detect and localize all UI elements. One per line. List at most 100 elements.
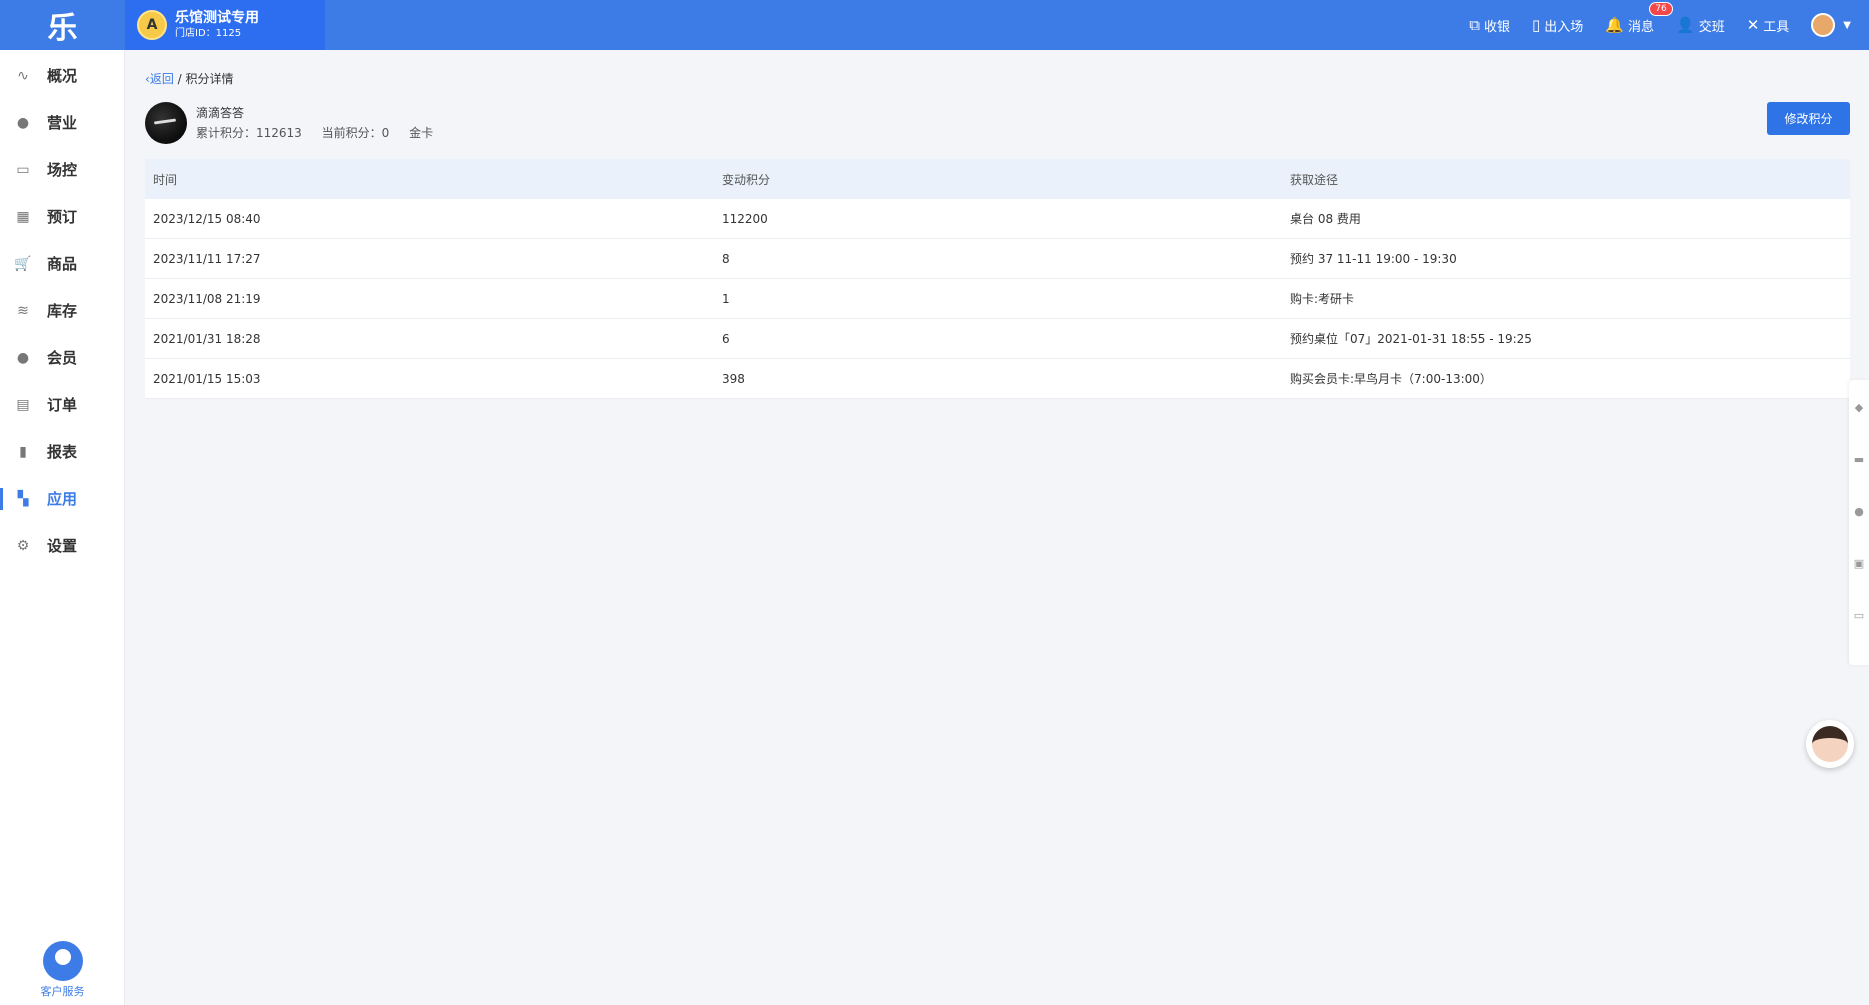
store-name: 乐馆测试专用 [175, 10, 259, 26]
sidebar-item-label: 订单 [47, 396, 78, 414]
top-actions: ⧉ 收银 ▯ 出入场 🔔 消息 76 👤 交班 ✕ 工具 ▼ [1447, 0, 1869, 50]
header-time: 时间 [153, 172, 178, 187]
current-points: 当前积分：0 [321, 126, 390, 140]
top-action-1[interactable]: ▯ 出入场 [1532, 16, 1583, 35]
assistant-avatar-button[interactable] [1806, 720, 1854, 768]
table-row: 2021/01/31 18:28 6 预约桌位「07」2021-01-31 18:5… [145, 319, 1850, 359]
sidebar: ∿ 概况 ● 营业 ▭ 场控 ▦ 预订 🛒 商品 ≋ 库存 ● 会员 ▤ 订单 ▮ 报表 ▚ 应用 ⚙ 设置 客户服务 [0, 50, 125, 1005]
door-icon: ▯ [1532, 16, 1541, 34]
cell-points: 112200 [722, 211, 768, 226]
store-avatar: A [137, 10, 167, 40]
hat-icon[interactable]: ▬ [1849, 434, 1869, 484]
sidebar-item-stock[interactable]: ≋ 库存 [0, 287, 124, 334]
sidebar-item-label: 预订 [47, 208, 78, 226]
user-avatar[interactable] [1811, 13, 1836, 37]
top-action-3[interactable]: 👤 交班 [1676, 16, 1725, 35]
sidebar-item-label: 会员 [47, 349, 78, 367]
sidebar-item-reports[interactable]: ▮ 报表 [0, 428, 124, 475]
printer-icon[interactable]: ▣ [1849, 538, 1869, 588]
cell-points: 1 [722, 291, 730, 306]
sidebar-item-label: 设置 [47, 537, 78, 555]
cell-points: 8 [722, 251, 730, 266]
orders-icon: ▤ [16, 396, 30, 413]
table-row: 2021/01/15 15:03 398 购买会员卡:早鸟月卡（7:00-13:00… [145, 359, 1850, 399]
top-action-label: 收银 [1484, 19, 1511, 35]
top-action-label: 交班 [1698, 19, 1725, 35]
right-float-toolbar: ◆ ▬ ● ▣ ▭ [1849, 380, 1869, 665]
customer-service[interactable]: 客户服务 [0, 941, 125, 999]
sidebar-item-venue[interactable]: ▭ 场控 [0, 146, 124, 193]
header-points-change: 变动积分 [722, 172, 771, 187]
headset-icon [42, 941, 83, 981]
back-link[interactable]: ‹返回 [145, 72, 174, 86]
cell-source: 预约桌位「07」2021-01-31 18:55 - 19:25 [1290, 332, 1532, 346]
sidebar-item-label: 场控 [47, 161, 78, 179]
member-card-level: 金卡 [409, 126, 434, 140]
card-icon[interactable]: ▭ [1849, 590, 1869, 640]
sidebar-item-orders[interactable]: ▤ 订单 [0, 381, 124, 428]
top-bar: 乐 A 乐馆测试专用 门店ID：1125 ⧉ 收银 ▯ 出入场 🔔 消息 76 👤 交班 ✕ 工具 ▼ [0, 0, 1869, 50]
assistant-face-icon [1812, 726, 1848, 762]
top-action-0[interactable]: ⧉ 收银 [1469, 16, 1510, 35]
cell-source: 购卡:考研卡 [1290, 292, 1355, 306]
cell-points: 6 [722, 331, 730, 346]
customer-service-label: 客户服务 [40, 985, 85, 998]
layers-icon: ≋ [17, 302, 29, 319]
tools-icon: ✕ [1746, 16, 1760, 34]
cell-source: 预约 37 11-11 19:00 - 19:30 [1290, 252, 1457, 266]
table-row: 2023/12/15 08:40 112200 桌台 08 费用 [145, 199, 1850, 239]
cell-time: 2023/11/08 21:19 [153, 291, 261, 306]
venue-icon: ▭ [16, 161, 30, 178]
cell-time: 2021/01/15 15:03 [153, 371, 261, 386]
sidebar-item-booking[interactable]: ▦ 预订 [0, 193, 124, 240]
points-table: 时间 变动积分 获取途径 2023/12/15 08:40 112200 桌台 08… [145, 159, 1850, 399]
sidebar-item-member[interactable]: ● 会员 [0, 334, 124, 381]
handover-icon: 👤 [1676, 16, 1695, 34]
top-action-label: 工具 [1763, 19, 1790, 35]
sidebar-item-label: 报表 [47, 443, 78, 461]
cell-points: 398 [722, 371, 745, 386]
table-row: 2023/11/11 17:27 8 预约 37 11-11 19:00 - 19:… [145, 239, 1850, 279]
top-action-label: 消息 [1627, 19, 1654, 35]
bar-chart-icon: ▮ [19, 443, 27, 460]
top-action-4[interactable]: ✕ 工具 [1747, 16, 1790, 35]
member-avatar [145, 102, 187, 144]
chevron-down-icon[interactable]: ▼ [1843, 20, 1851, 31]
cashier-icon: ⧉ [1469, 16, 1480, 34]
app-logo[interactable]: 乐 [0, 0, 125, 50]
breadcrumb: ‹返回 / 积分详情 [145, 70, 234, 87]
trend-icon: ∿ [17, 67, 29, 84]
table-header: 时间 变动积分 获取途径 [145, 159, 1850, 199]
cell-time: 2023/11/11 17:27 [153, 251, 261, 266]
sidebar-item-settings[interactable]: ⚙ 设置 [0, 522, 124, 569]
members-icon: ● [16, 349, 30, 366]
cart-icon: 🛒 [14, 255, 32, 272]
sidebar-item-overview[interactable]: ∿ 概况 [0, 52, 124, 99]
store-switcher[interactable]: A 乐馆测试专用 门店ID：1125 [125, 0, 325, 50]
cube-icon[interactable]: ◆ [1849, 382, 1869, 432]
sidebar-item-label: 库存 [47, 302, 78, 320]
breadcrumb-separator: / [173, 72, 186, 86]
store-id: 门店ID：1125 [175, 27, 242, 39]
cell-source: 购买会员卡:早鸟月卡（7:00-13:00） [1290, 372, 1492, 386]
sidebar-item-label: 应用 [47, 490, 78, 508]
bell-icon: 🔔 [1605, 16, 1624, 34]
back-label: 返回 [149, 72, 174, 86]
sidebar-item-business[interactable]: ● 营业 [0, 99, 124, 146]
calendar-icon: ▦ [16, 208, 30, 225]
edit-points-button[interactable]: 修改积分 [1767, 102, 1850, 135]
sidebar-item-label: 营业 [47, 114, 78, 132]
member-info: 滴滴答答 累计积分：112613 当前积分：0 金卡 修改积分 [145, 102, 1850, 146]
top-action-2[interactable]: 🔔 消息 76 [1605, 1, 1673, 35]
sidebar-item-apps[interactable]: ▚ 应用 [0, 475, 124, 522]
cell-time: 2021/01/31 18:28 [153, 331, 261, 346]
money-bag-icon: ● [16, 114, 30, 131]
users-icon[interactable]: ● [1849, 486, 1869, 536]
table-row: 2023/11/08 21:19 1 购卡:考研卡 [145, 279, 1850, 319]
member-name: 滴滴答答 [196, 106, 245, 120]
sidebar-item-goods[interactable]: 🛒 商品 [0, 240, 124, 287]
gear-icon: ⚙ [16, 537, 30, 554]
message-count-badge: 76 [1649, 1, 1673, 16]
sidebar-item-label: 概况 [47, 67, 78, 85]
cell-source: 桌台 08 费用 [1290, 212, 1361, 226]
